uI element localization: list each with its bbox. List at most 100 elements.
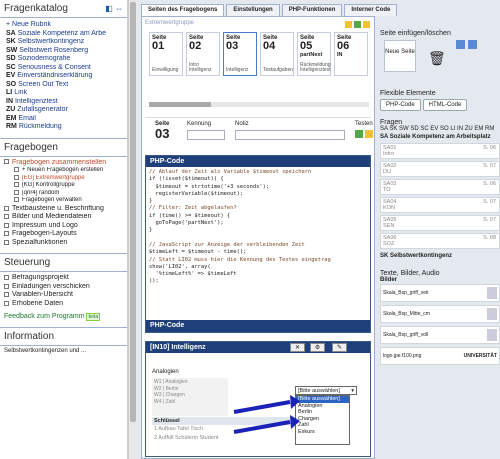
steuerung-item[interactable]: Erhobene Daten [4,300,123,309]
steuerung-item-label[interactable]: Einladungen verschicken [12,283,90,290]
page-card[interactable]: Seite 02 Intro Intelligenz [186,32,220,76]
page-card[interactable]: Seite 04 Testaufgaben [260,32,294,76]
new-page-button[interactable]: Neue Seite [384,40,416,72]
fragebogen-item-label[interactable]: + Neuen Fragebogen erstellen [22,167,103,173]
close-button[interactable]: ✕ [290,343,305,352]
php-code-editor[interactable]: // Ablauf der Zeit als Variable $timeout… [146,167,370,311]
steuerung-item[interactable]: Variablen-Übersicht [4,291,123,300]
steuerung-item[interactable]: Befragungsprojekt [4,274,123,283]
fragebogen-item-label[interactable]: Impressum und Logo [12,222,78,229]
image-item[interactable]: Skala_Bsp_griff_voll [380,326,500,344]
new-rubrik-label[interactable]: Neue Rubrik [12,21,51,28]
fragebogen-item-label[interactable]: [EG] Extremwertgruppe [22,175,85,181]
frage-item[interactable]: SA06 SOZ S. 08 [380,233,500,249]
php-code-button[interactable]: PHP-Code [380,99,421,111]
fragebogen-item-label[interactable]: Spezialfunktionen [12,239,67,246]
fragebogen-item-label[interactable]: [qnr4] random [22,190,59,196]
page-card[interactable]: Seite 01 Einwilligung [149,32,183,76]
fragebogen-item-label[interactable]: Fragebogen zusammenstellen [12,159,106,166]
edit-button[interactable]: ✎ [332,343,347,352]
fragebogen-item[interactable]: + Neuen Fragebogen erstellen [4,167,123,175]
rubrik-label[interactable]: Link [14,89,27,96]
fragebogen-item[interactable]: Textbausteine u. Beschriftung [4,205,123,214]
rubrik-item[interactable]: IN Intelligenztest [6,98,121,107]
rubrik-label[interactable]: Einverständniserklärung [17,72,92,79]
image-item[interactable]: Skala_Bsp_griff_veti [380,284,500,302]
fragebogen-item-label[interactable]: Fragebogen-Layouts [12,230,77,237]
image-item[interactable]: logo.jpe.f100.png UNIVERSITÄT [380,347,500,365]
fragebogen-item-label[interactable]: Bilder und Mediendateien [12,213,91,220]
rubrik-label[interactable]: Selbstwert Rosenberg [19,47,88,54]
rubrik-item[interactable]: SO Screen Out Text [6,81,121,90]
image-item[interactable]: Skala_Bsp_Mitte_cm [380,305,500,323]
steuerung-item-label[interactable]: Variablen-Übersicht [12,291,73,298]
page-card[interactable]: Seite 06 IN [334,32,368,76]
rubrik-label[interactable]: Seriousness & Consent [18,64,91,71]
fragebogen-item[interactable]: Impressum und Logo [4,222,123,231]
undo-icon[interactable] [456,40,465,49]
steuerung-item[interactable]: Einladungen verschicken [4,283,123,292]
scroll-thumb[interactable] [130,2,136,422]
tab-2[interactable]: PHP-Funktionen [281,4,343,16]
rubrik-label[interactable]: Intelligenztest [15,98,58,105]
frage-item[interactable]: SA04 KON S. 07 [380,197,500,213]
new-rubrik-link[interactable]: + Neue Rubrik [6,21,121,30]
tab-0[interactable]: Seiten des Fragebogens [141,4,225,16]
steuerung-item-label[interactable]: Erhobene Daten [12,300,63,307]
steuerung-item-label[interactable]: Befragungsprojekt [12,274,69,281]
feedback-label[interactable]: Feedback zum Programm [4,313,85,320]
frage-item[interactable]: SA03 TO S. 06 [380,179,500,195]
rubrik-label[interactable]: Soziodemografie [18,55,71,62]
rubrik-item[interactable]: RM Rückmeldung [6,123,121,132]
feedback-link[interactable]: Feedback zum Programm beta [0,310,127,323]
rubrik-label[interactable]: Screen Out Text [18,81,68,88]
rubrik-item[interactable]: SA Soziale Kompetenz am Arbe [6,30,121,39]
rubrik-label[interactable]: Email [18,115,36,122]
settings-button[interactable]: ⚙ [310,343,325,352]
rubrik-item[interactable]: SC Seriousness & Consent [6,64,121,73]
trash-icon[interactable]: 🗑 [428,50,446,67]
fragebogen-item[interactable]: Spezialfunktionen [4,239,123,248]
rubrik-item[interactable]: SD Soziodemografie [6,55,121,64]
tab-1[interactable]: Einstellungen [226,4,280,16]
test-play-icon[interactable] [355,130,363,138]
fragebogen-item[interactable]: Fragebogen-Layouts [4,230,123,239]
folder-icon[interactable] [345,21,352,28]
frage-item[interactable]: SA01 Intro S. 06 [380,143,500,159]
dropdown-options[interactable]: [Bitte auswählen] Analogien Berlin Chargen Z… [295,395,350,445]
rubrik-item[interactable]: SW Selbstwert Rosenberg [6,47,121,56]
frage-item[interactable]: SA05 SEN S. 07 [380,215,500,231]
fragebogen-item[interactable]: Fragebogen verwalten [4,197,123,205]
page-card[interactable]: Seite 03 Intelligenz [223,32,257,76]
rubrik-label[interactable]: Selbstwertkontingenz [18,38,85,45]
fragebogen-item[interactable]: [KG] Kontrollgruppe [4,182,123,190]
rubrik-label[interactable]: Zufallsgenerator [17,106,68,113]
export-icon[interactable] [363,21,370,28]
answer-dropdown[interactable]: [Bitte auswählen] ▾ [295,386,357,395]
rubrik-item[interactable]: EV Einverständniserklärung [6,72,121,81]
dropdown-option[interactable]: Exkurs [296,429,349,436]
fragebogen-item-label[interactable]: Fragebogen verwalten [22,197,82,203]
rubrik-item[interactable]: ZU Zufallsgenerator [6,106,121,115]
left-scrollbar[interactable] [128,0,137,459]
rubrik-label[interactable]: Rückmeldung [19,123,62,130]
fragen-codes[interactable]: SA SK SW SD SC EV SO LI IN ZU EM RM [380,126,500,133]
page-strip-scrollbar[interactable] [149,102,369,107]
frage-item[interactable]: SA02 DU S. 07 [380,161,500,177]
html-code-button[interactable]: HTML-Code [422,99,468,111]
rubrik-item[interactable]: LI Link [6,89,121,98]
redo-icon[interactable] [468,40,477,49]
fragebogen-item-label[interactable]: Textbausteine u. Beschriftung [12,205,104,212]
fragebogen-item[interactable]: Fragebogen zusammenstellen [4,159,123,168]
fragebogen-item[interactable]: [qnr4] random [4,189,123,198]
fragebogen-item[interactable]: Bilder und Mediendateien [4,213,123,222]
collapse-icon[interactable]: ◧ ⇔ [105,4,123,13]
rubrik-item[interactable]: SK Selbstwertkontingenz [6,38,121,47]
fragebogen-item[interactable]: [EG] Extremwertgruppe [4,174,123,183]
fragebogen-item-label[interactable]: [KG] Kontrollgruppe [22,182,75,188]
rubrik-label[interactable]: Soziale Kompetenz am Arbe [18,30,106,37]
play-icon[interactable] [354,21,361,28]
page-card[interactable]: Seite 05 partNext Rückmeldung Intelligenzte… [297,32,331,76]
test-preview-icon[interactable] [365,130,373,138]
rubrik-item[interactable]: EM Email [6,115,121,124]
